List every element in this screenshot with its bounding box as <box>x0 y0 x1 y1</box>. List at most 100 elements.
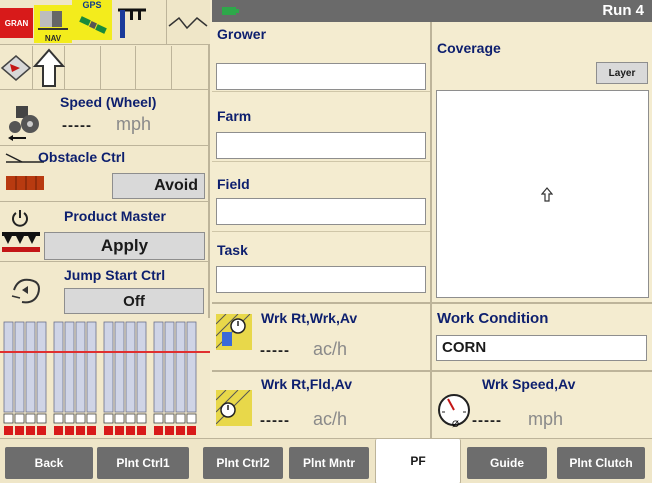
speed-value: ----- <box>62 117 92 134</box>
gran-indicator[interactable]: GRAN <box>0 8 33 38</box>
speed-panel[interactable]: Speed (Wheel) ----- mph <box>0 90 210 146</box>
work-rate-work-label: Wrk Rt,Wrk,Av <box>261 310 358 326</box>
obstacle-panel: Obstacle Ctrl Avoid <box>0 146 210 202</box>
work-speed-label: Wrk Speed,Av <box>482 376 576 392</box>
row-unit-sensor <box>114 413 125 424</box>
jump-start-label: Jump Start Ctrl <box>64 267 166 283</box>
back-tab[interactable]: Back <box>5 447 93 479</box>
row-unit-bar <box>125 321 136 413</box>
work-rate-field-value: ----- <box>260 412 290 429</box>
gps-indicator[interactable]: GPS <box>72 0 112 40</box>
row-unit-sensor <box>14 413 25 424</box>
speed-unit: mph <box>116 114 152 134</box>
nav-label: NAV <box>44 34 62 43</box>
jump-start-icon <box>11 278 40 304</box>
row-unit-sensor <box>25 413 36 424</box>
row-unit-bar <box>3 321 14 413</box>
farm-label: Farm <box>217 108 252 124</box>
power-icon <box>12 210 28 227</box>
row-unit-sensor <box>103 413 114 424</box>
work-speed-unit: mph <box>528 409 564 429</box>
tab-plnt-clutch[interactable]: Plnt Clutch <box>557 447 645 479</box>
tab-plnt-ctrl2[interactable]: Plnt Ctrl2 <box>203 447 283 479</box>
empty-slot-1[interactable] <box>65 46 101 90</box>
work-condition-field[interactable]: CORN <box>436 335 647 361</box>
work-rate-work-panel[interactable]: Wrk Rt,Wrk,Av ----- ac/h <box>212 302 430 370</box>
row-unit-alarm <box>165 426 174 435</box>
row-unit-sensor <box>36 413 47 424</box>
coverage-label: Coverage <box>437 40 501 56</box>
satellite-icon <box>79 16 107 34</box>
row-unit-bar <box>86 321 97 413</box>
terrain-status[interactable] <box>167 0 210 45</box>
row-unit-alarm <box>187 426 196 435</box>
jump-start-off-button[interactable]: Off <box>64 288 204 314</box>
nav-indicator[interactable]: NAV <box>34 5 72 43</box>
row-unit-sensor <box>164 413 175 424</box>
row-unit-alarm <box>154 426 163 435</box>
obstacle-label: Obstacle Ctrl <box>38 149 126 165</box>
row-unit-alarm <box>87 426 96 435</box>
row-unit-sensor <box>53 413 64 424</box>
work-speed-panel[interactable]: Ø Wrk Speed,Av ----- mph <box>430 370 652 438</box>
row-unit-sensor <box>75 413 86 424</box>
vehicle-heading-icon <box>541 187 553 202</box>
work-rate-icon <box>216 314 252 350</box>
row-unit-bar <box>36 321 47 413</box>
row-unit-sensor <box>153 413 164 424</box>
row-unit-alarm <box>126 426 135 435</box>
grower-block: Grower <box>212 22 430 92</box>
row-unit-alarm <box>15 426 24 435</box>
tractor-icon <box>8 106 39 141</box>
task-field[interactable] <box>216 266 426 293</box>
row-unit-alarm <box>37 426 46 435</box>
tab-plnt-mntr[interactable]: Plnt Mntr <box>289 447 369 479</box>
coverage-panel: Coverage Layer <box>430 22 652 302</box>
tab-pf[interactable]: PF <box>375 439 461 483</box>
job-setup-panel: Grower Farm Field Task <box>212 22 430 302</box>
layer-button[interactable]: Layer <box>596 62 648 84</box>
row-unit-bar <box>114 321 125 413</box>
row-unit-bar <box>153 321 164 413</box>
grower-field[interactable] <box>216 63 426 90</box>
row-unit-alarm <box>26 426 35 435</box>
work-condition-panel[interactable]: Work Condition CORN <box>430 302 652 370</box>
field-field[interactable] <box>216 198 426 225</box>
empty-slot-2[interactable] <box>101 46 136 90</box>
map-icon <box>0 55 32 81</box>
jump-start-panel: Jump Start Ctrl Off <box>0 262 210 318</box>
row-unit-sensor <box>136 413 147 424</box>
work-rate-work-value: ----- <box>260 342 290 359</box>
heading-shortcut[interactable] <box>32 46 66 90</box>
avoid-button[interactable]: Avoid <box>112 173 205 199</box>
empty-slot-4[interactable] <box>172 46 210 90</box>
work-rate-field-panel[interactable]: Wrk Rt,Fld,Av ----- ac/h <box>212 370 430 438</box>
row-unit-bar <box>103 321 114 413</box>
terrain-icon <box>168 16 208 30</box>
tab-guide[interactable]: Guide <box>467 447 547 479</box>
row-unit-monitor[interactable] <box>0 318 210 438</box>
speedometer-icon: Ø <box>438 394 470 429</box>
status-indicator-bar: GRAN NAV GPS <box>0 0 210 45</box>
work-condition-label: Work Condition <box>437 310 549 327</box>
implement-icon <box>38 11 68 30</box>
farm-field[interactable] <box>216 132 426 159</box>
row-unit-bar <box>53 321 64 413</box>
row-unit-alarm <box>54 426 63 435</box>
row-unit-sensor <box>64 413 75 424</box>
run-label: Run 4 <box>602 2 644 19</box>
left-status-column: GRAN NAV GPS Speed (Wheel) ----- mph Obs… <box>0 0 210 438</box>
coverage-map[interactable] <box>436 90 649 298</box>
farm-block: Farm <box>212 92 430 162</box>
row-unit-sensor <box>86 413 97 424</box>
battery-icon <box>222 7 239 15</box>
row-unit-alarm <box>104 426 113 435</box>
field-block: Field <box>212 162 430 232</box>
row-unit-alarm <box>4 426 13 435</box>
row-unit-status[interactable] <box>112 0 167 45</box>
map-shortcut[interactable] <box>0 46 33 90</box>
task-label: Task <box>217 242 248 258</box>
tab-plnt-ctrl1[interactable]: Plnt Ctrl1 <box>97 447 189 479</box>
apply-button[interactable]: Apply <box>44 232 205 260</box>
empty-slot-3[interactable] <box>136 46 172 90</box>
